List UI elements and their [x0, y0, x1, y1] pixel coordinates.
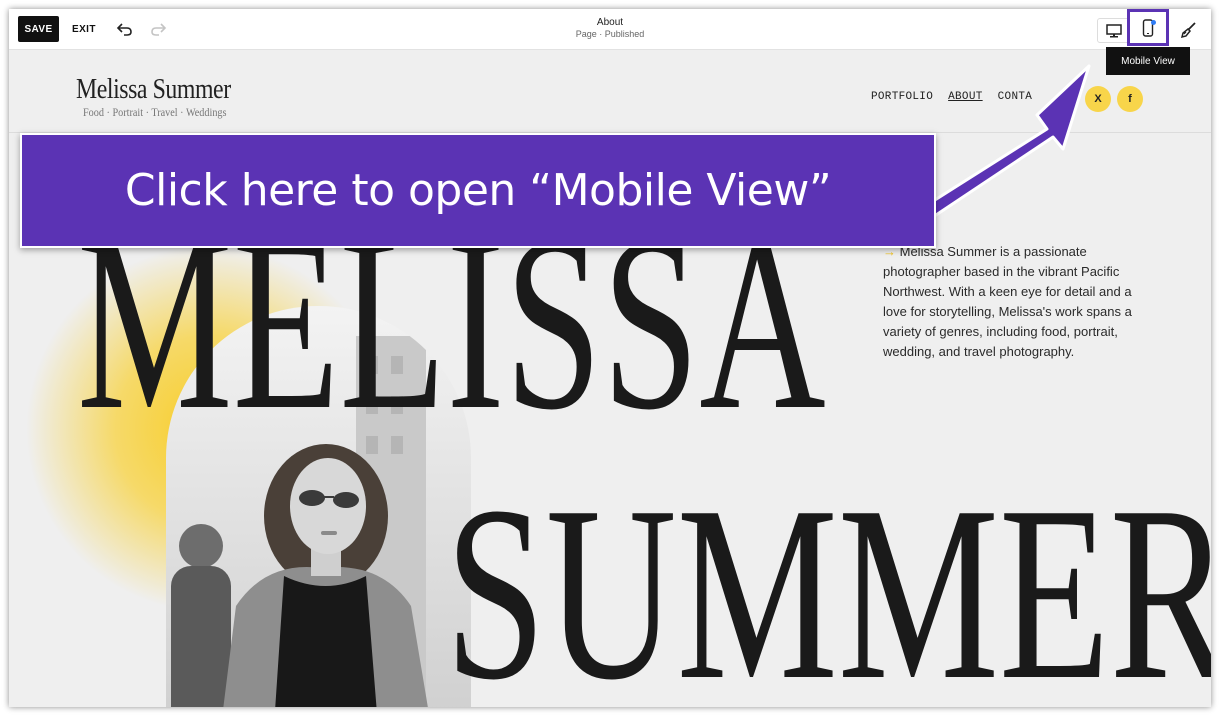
facebook-icon[interactable]: f	[1117, 86, 1143, 112]
site-nav: PORTFOLIO ABOUT CONTA	[871, 91, 1047, 103]
brush-icon	[1180, 21, 1196, 38]
exit-button[interactable]: EXIT	[72, 16, 96, 42]
bio-text: Melissa Summer is a passionate photograp…	[883, 244, 1132, 359]
hero-title-summer: SUMMER	[445, 455, 1211, 708]
page-title: About	[596, 17, 624, 28]
site-header: Melissa Summer Food · Portrait · Travel …	[9, 49, 1211, 133]
notification-dot	[1151, 20, 1156, 25]
redo-icon[interactable]	[149, 20, 167, 38]
mobile-view-tooltip: Mobile View	[1106, 47, 1190, 75]
nav-link-about[interactable]: ABOUT	[948, 91, 983, 103]
editor-frame: MELISSA SUMMER → Melissa Summer is a pas…	[9, 9, 1211, 707]
design-brush-button[interactable]	[1177, 18, 1201, 41]
site-logo-name[interactable]: Melissa Summer	[76, 74, 231, 106]
mobile-view-button[interactable]	[1127, 9, 1169, 46]
site-logo-tagline: Food · Portrait · Travel · Weddings	[83, 105, 227, 119]
editor-toolbar: SAVE EXIT About Page · Published	[9, 9, 1211, 50]
undo-icon[interactable]	[116, 20, 134, 38]
page-status: Page · Published	[575, 29, 645, 39]
bio-paragraph[interactable]: → Melissa Summer is a passionate photogr…	[883, 242, 1153, 362]
nav-link-portfolio[interactable]: PORTFOLIO	[871, 91, 933, 103]
nav-link-contact[interactable]: CONTA	[998, 91, 1033, 103]
desktop-icon	[1106, 23, 1122, 37]
tutorial-callout-banner: Click here to open “Mobile View”	[20, 133, 936, 248]
page-title-block: About Page · Published	[510, 17, 710, 39]
callout-text: Click here to open “Mobile View”	[124, 165, 832, 216]
desktop-view-button[interactable]	[1097, 18, 1131, 43]
save-button[interactable]: SAVE	[18, 16, 59, 42]
x-icon[interactable]: X	[1085, 86, 1111, 112]
